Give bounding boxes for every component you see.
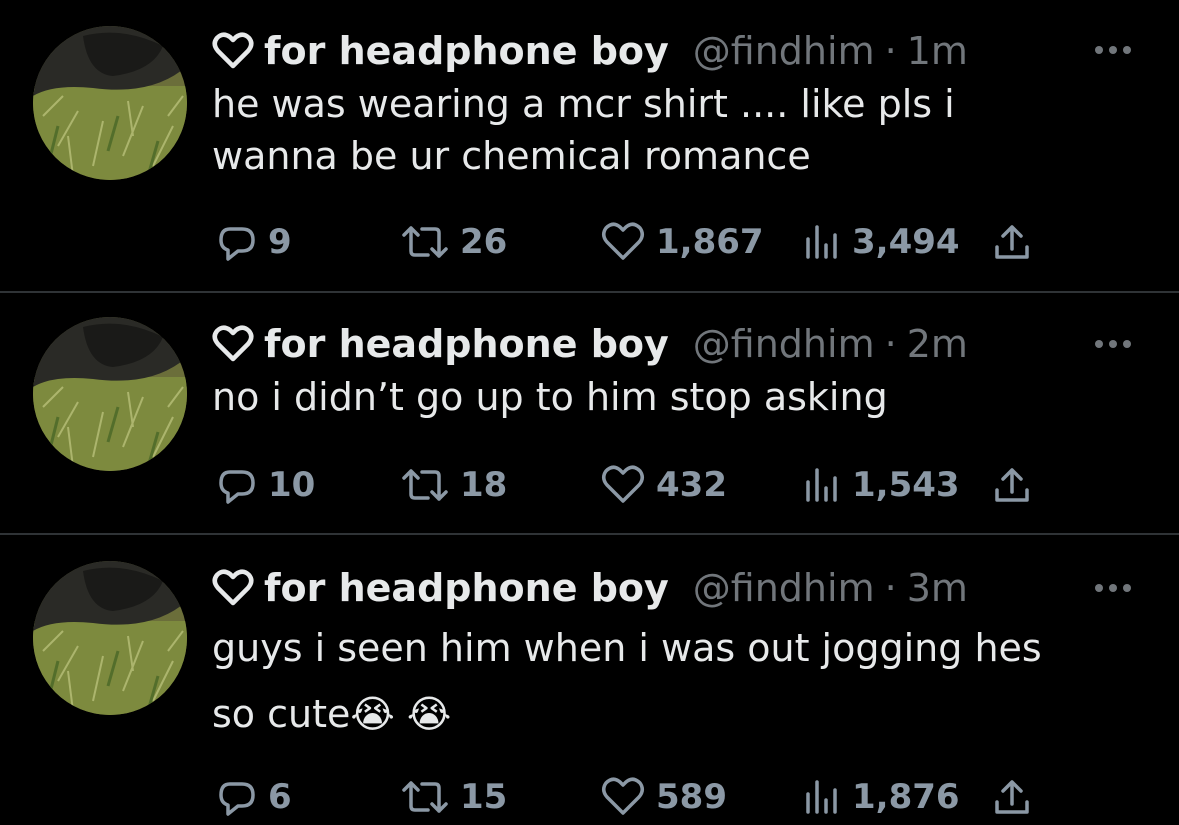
- share-button[interactable]: [992, 772, 1032, 822]
- user-handle[interactable]: @findhim: [693, 566, 875, 610]
- tweet-actions: 9 26 1,867 3,494: [212, 217, 1052, 267]
- share-icon: [992, 221, 1032, 263]
- tweet-actions: 10 18 432 1,543: [212, 460, 1052, 510]
- user-handle[interactable]: @findhim: [693, 322, 875, 366]
- user-handle[interactable]: @findhim: [693, 29, 875, 73]
- separator-dot: ·: [884, 29, 897, 73]
- reply-icon: [216, 221, 258, 263]
- views-button[interactable]: 3,494: [802, 217, 960, 267]
- timestamp[interactable]: 1m: [907, 29, 968, 73]
- heart-outline-icon: [212, 324, 254, 364]
- separator-dot: ·: [884, 566, 897, 610]
- separator-dot: ·: [884, 322, 897, 366]
- retweet-button[interactable]: 26: [400, 217, 507, 267]
- tweet-actions: 6 15 589 1,876: [212, 772, 1052, 822]
- retweet-count: 18: [460, 465, 508, 505]
- tweet-text: guys i seen him when i was out jogging h…: [212, 626, 1042, 736]
- like-heart-icon: [600, 221, 646, 263]
- reply-button[interactable]: 6: [216, 772, 292, 822]
- reply-count: 10: [268, 465, 316, 505]
- tweet-header: for headphone boy @findhim · 3m: [212, 561, 968, 615]
- reply-count: 9: [268, 222, 292, 262]
- display-name[interactable]: for headphone boy: [264, 566, 669, 610]
- like-heart-icon: [600, 776, 646, 818]
- heart-outline-icon: [212, 31, 254, 71]
- like-button[interactable]: 589: [600, 772, 727, 822]
- more-dots-icon[interactable]: [1091, 40, 1135, 60]
- timestamp[interactable]: 2m: [907, 322, 968, 366]
- tweet-3[interactable]: for headphone boy @findhim · 3m guys i s…: [0, 535, 1179, 825]
- views-bar-chart-icon: [802, 464, 842, 506]
- tweet-header: for headphone boy @findhim · 1m: [212, 24, 968, 78]
- like-count: 589: [656, 777, 727, 817]
- share-icon: [992, 464, 1032, 506]
- tweet-header: for headphone boy @findhim · 2m: [212, 317, 968, 371]
- avatar[interactable]: [33, 317, 187, 471]
- tweet-1[interactable]: for headphone boy @findhim · 1m he was w…: [0, 0, 1179, 292]
- like-count: 432: [656, 465, 727, 505]
- avatar[interactable]: [33, 26, 187, 180]
- views-button[interactable]: 1,876: [802, 772, 960, 822]
- like-count: 1,867: [656, 222, 764, 262]
- like-button[interactable]: 1,867: [600, 217, 764, 267]
- views-count: 1,543: [852, 465, 960, 505]
- reply-button[interactable]: 9: [216, 217, 292, 267]
- retweet-icon: [400, 464, 450, 506]
- views-count: 1,876: [852, 777, 960, 817]
- display-name[interactable]: for headphone boy: [264, 322, 669, 366]
- share-button[interactable]: [992, 217, 1032, 267]
- reply-icon: [216, 464, 258, 506]
- more-dots-icon[interactable]: [1091, 334, 1135, 354]
- heart-outline-icon: [212, 568, 254, 608]
- views-bar-chart-icon: [802, 221, 842, 263]
- timestamp[interactable]: 3m: [907, 566, 968, 610]
- retweet-count: 26: [460, 222, 508, 262]
- tweet-text: no i didn’t go up to him stop asking: [212, 375, 888, 419]
- tweet-2[interactable]: for headphone boy @findhim · 2m no i did…: [0, 293, 1179, 533]
- retweet-button[interactable]: 18: [400, 460, 507, 510]
- views-bar-chart-icon: [802, 776, 842, 818]
- reply-button[interactable]: 10: [216, 460, 315, 510]
- share-icon: [992, 776, 1032, 818]
- views-count: 3,494: [852, 222, 960, 262]
- reply-count: 6: [268, 777, 292, 817]
- retweet-icon: [400, 776, 450, 818]
- retweet-count: 15: [460, 777, 508, 817]
- display-name[interactable]: for headphone boy: [264, 29, 669, 73]
- like-heart-icon: [600, 464, 646, 506]
- more-dots-icon[interactable]: [1091, 578, 1135, 598]
- retweet-button[interactable]: 15: [400, 772, 507, 822]
- avatar[interactable]: [33, 561, 187, 715]
- reply-icon: [216, 776, 258, 818]
- like-button[interactable]: 432: [600, 460, 727, 510]
- retweet-icon: [400, 221, 450, 263]
- tweet-text: he was wearing a mcr shirt .... like pls…: [212, 82, 955, 178]
- share-button[interactable]: [992, 460, 1032, 510]
- views-button[interactable]: 1,543: [802, 460, 960, 510]
